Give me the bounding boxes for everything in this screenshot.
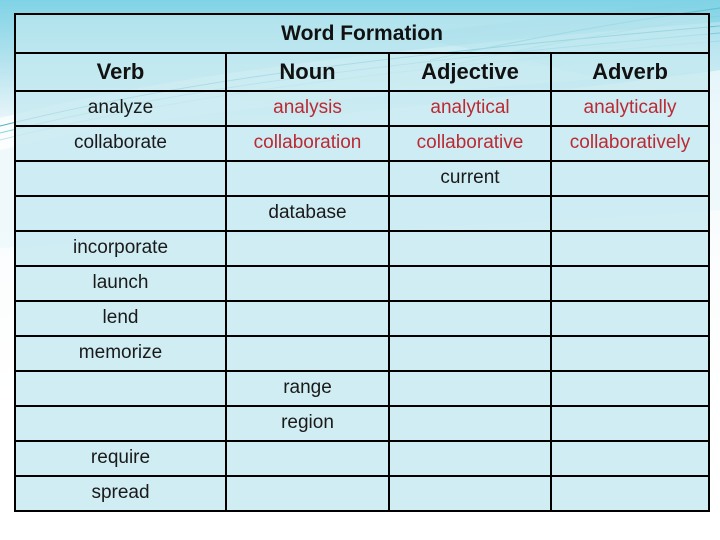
cell-adjective-10 [388, 405, 552, 442]
cell-adjective-1: analytical [388, 90, 552, 127]
cell-noun-9: range [225, 370, 390, 407]
cell-text: range [283, 377, 332, 399]
cell-text: collaboration [253, 132, 362, 154]
word-formation-table-container: Word Formation Verb Noun Adjective Adverb a… [13, 13, 711, 512]
column-header-adverb: Adverb [549, 52, 711, 92]
cell-adjective-4 [388, 195, 552, 232]
word-formation-table: Word Formation Verb Noun Adjective Adverb a… [13, 13, 711, 512]
cell-adjective-3: current [388, 160, 552, 197]
table-row: database [14, 195, 711, 232]
cell-noun-6 [225, 265, 390, 302]
cell-adjective-12 [388, 475, 552, 512]
cell-adjective-9 [388, 370, 552, 407]
table-row: region [14, 405, 711, 442]
cell-verb-12: spread [14, 475, 227, 512]
cell-adverb-5 [549, 230, 711, 267]
cell-noun-5 [225, 230, 390, 267]
cell-adverb-12 [549, 475, 711, 512]
cell-noun-2: collaboration [225, 125, 390, 162]
table-title-row: Word Formation [13, 13, 711, 54]
cell-adverb-7 [549, 300, 711, 337]
cell-adjective-6 [388, 265, 552, 302]
table-row: analyze analysis analytical analytically [14, 90, 711, 127]
cell-adverb-1: analytically [549, 90, 711, 127]
table-row: spread [14, 475, 711, 512]
cell-text: database [268, 202, 347, 224]
cell-noun-3 [225, 160, 390, 197]
cell-adverb-3 [549, 160, 711, 197]
cell-adverb-10 [549, 405, 711, 442]
table-row: current [14, 160, 711, 197]
cell-text: analysis [273, 97, 342, 119]
cell-text: current [440, 167, 500, 189]
table-row: collaborate collaboration collaborative col… [14, 125, 711, 162]
cell-adverb-11 [549, 440, 711, 477]
cell-verb-5: incorporate [14, 230, 227, 267]
cell-text: require [90, 447, 151, 469]
cell-noun-8 [225, 335, 390, 372]
column-header-verb: Verb [14, 52, 227, 92]
table-row: range [14, 370, 711, 407]
cell-text: collaborative [416, 132, 524, 154]
cell-adverb-8 [549, 335, 711, 372]
column-header-adjective: Adjective [388, 52, 552, 92]
cell-verb-7: lend [14, 300, 227, 337]
cell-verb-8: memorize [14, 335, 227, 372]
cell-text: launch [92, 272, 149, 294]
column-header-noun: Noun [225, 52, 390, 92]
cell-noun-10: region [225, 405, 390, 442]
cell-text: region [281, 412, 334, 434]
cell-adjective-5 [388, 230, 552, 267]
cell-verb-1: analyze [14, 90, 227, 127]
cell-verb-9 [14, 370, 227, 407]
cell-text: incorporate [72, 237, 169, 259]
cell-adjective-8 [388, 335, 552, 372]
cell-noun-7 [225, 300, 390, 337]
cell-verb-11: require [14, 440, 227, 477]
cell-noun-1: analysis [225, 90, 390, 127]
cell-text: memorize [78, 342, 163, 364]
cell-adverb-4 [549, 195, 711, 232]
cell-noun-11 [225, 440, 390, 477]
slide-canvas: Word Formation Verb Noun Adjective Adverb a… [0, 0, 720, 540]
cell-adjective-2: collaborative [388, 125, 552, 162]
cell-text: collaboratively [569, 132, 691, 154]
cell-text: analytically [583, 97, 677, 119]
cell-text: spread [91, 482, 150, 504]
cell-noun-12 [225, 475, 390, 512]
cell-adjective-7 [388, 300, 552, 337]
table-row: require [14, 440, 711, 477]
table-row: lend [14, 300, 711, 337]
cell-noun-4: database [225, 195, 390, 232]
cell-adjective-11 [388, 440, 552, 477]
cell-verb-4 [14, 195, 227, 232]
cell-adverb-2: collaboratively [549, 125, 711, 162]
cell-text: analyze [87, 97, 154, 119]
table-row: launch [14, 265, 711, 302]
cell-verb-2: collaborate [14, 125, 227, 162]
cell-text: collaborate [74, 132, 167, 154]
table-row: memorize [14, 335, 711, 372]
page-title: Word Formation [13, 13, 711, 54]
table-row: incorporate [14, 230, 711, 267]
table-header-row: Verb Noun Adjective Adverb [14, 52, 711, 92]
cell-text: analytical [430, 97, 510, 119]
cell-adverb-9 [549, 370, 711, 407]
cell-adverb-6 [549, 265, 711, 302]
cell-text: lend [102, 307, 139, 329]
cell-verb-10 [14, 405, 227, 442]
cell-verb-3 [14, 160, 227, 197]
cell-verb-6: launch [14, 265, 227, 302]
